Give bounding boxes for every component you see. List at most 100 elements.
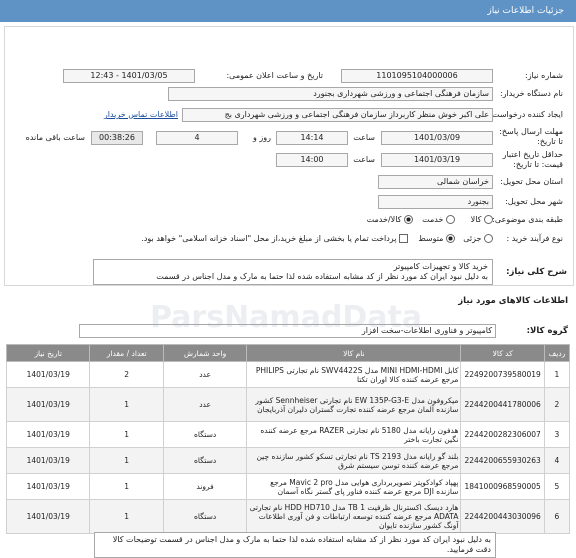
validity-time-field: 14:00 xyxy=(276,153,348,167)
category-label: طبقه بندی موضوعی: xyxy=(492,215,563,224)
goods-table: ردیف کد کالا نام کالا واحد شمارش تعداد /… xyxy=(5,344,571,534)
goods-section-title: اطلاعات کالاهای مورد نیاز xyxy=(458,296,568,306)
goods-group-label: گروه کالا: xyxy=(526,326,568,336)
category-service-radio[interactable] xyxy=(446,215,455,224)
buyer-notes-text: به دلیل نبود ایران کد مورد نظر از کد مشا… xyxy=(112,535,491,554)
goods-code: 2244200655930263 xyxy=(460,447,545,474)
goods-group-field: کامپیوتر و فناوری اطلاعات-سخت افزار xyxy=(79,324,496,338)
goods-unit: عدد xyxy=(162,361,248,388)
creator-field: علی اکبر خوش منظر کاربرداز سازمان فرهنگی… xyxy=(182,108,493,122)
days-field: 4 xyxy=(156,131,238,145)
general-desc-line1: خرید کالا و تجهیزات کامپیوتر xyxy=(393,262,488,271)
need-info-panel: شماره نیاز: 1101095104000006 تاریخ و ساع… xyxy=(4,26,574,286)
purchase-medium-option[interactable]: متوسط xyxy=(418,234,455,243)
category-goods-option[interactable]: کالا xyxy=(471,215,493,224)
purchase-partial-radio[interactable] xyxy=(484,234,493,243)
purchase-medium-label: متوسط xyxy=(418,234,444,243)
city-label: شهر محل تحویل: xyxy=(505,197,563,206)
goods-unit: فروند xyxy=(162,473,248,500)
buyer-contact-link[interactable]: اطلاعات تماس خریدار xyxy=(104,110,178,119)
goods-date: 1401/03/19 xyxy=(5,361,91,388)
category-goods-label: کالا xyxy=(470,215,482,224)
validity-date-field: 1401/03/19 xyxy=(381,153,493,167)
goods-date: 1401/03/19 xyxy=(5,387,91,422)
col-code: کد کالا xyxy=(460,344,545,362)
goods-qty: 2 xyxy=(89,361,164,388)
goods-code: 2244200282306007 xyxy=(460,421,545,448)
buyer-label: نام دستگاه خریدار: xyxy=(500,89,563,98)
deadline-time-label: ساعت xyxy=(353,133,375,142)
table-row: 4 2244200655930263 بلند گو رایانه مدل 21… xyxy=(5,447,571,474)
page-title: جزئیات اطلاعات نیاز xyxy=(487,6,564,16)
need-details-page: جزئیات اطلاعات نیاز شماره نیاز: 11010951… xyxy=(0,0,576,558)
col-unit: واحد شمارش xyxy=(162,344,248,362)
payment-note-option[interactable]: پرداخت تمام یا بخشی از مبلغ خرید،از محل … xyxy=(141,234,408,243)
goods-code: 1841000968590005 xyxy=(460,473,545,500)
goods-code: 2244200443030096 xyxy=(460,499,545,534)
col-row: ردیف xyxy=(543,344,571,362)
table-row: 3 2244200282306007 هدفون رایانه مدل 5180… xyxy=(5,421,571,448)
goods-table-header: ردیف کد کالا نام کالا واحد شمارش تعداد /… xyxy=(5,344,571,362)
row-number: 6 xyxy=(543,499,571,534)
goods-qty: 1 xyxy=(89,447,164,474)
category-service-option[interactable]: خدمت xyxy=(422,215,455,224)
goods-name: هدفون رایانه مدل 5180 نام تجارتی RAZER م… xyxy=(246,421,462,448)
purchase-partial-option[interactable]: جزئی xyxy=(463,234,493,243)
table-row: 2 2244200441780006 میکروفون مدل EW 135P-… xyxy=(5,387,571,422)
col-name: نام کالا xyxy=(246,344,462,362)
general-desc-label: شرح کلی نیاز: xyxy=(506,267,567,277)
announce-field: 1401/03/05 - 12:43 xyxy=(63,69,195,83)
goods-date: 1401/03/19 xyxy=(5,499,91,534)
general-desc-box: خرید کالا و تجهیزات کامپیوتر به دلیل نبو… xyxy=(93,259,493,285)
goods-name: کابل MINI HDMI-HDMI مدل SWV4422S نام تجا… xyxy=(246,361,462,388)
remaining-timer: 00:38:26 xyxy=(91,131,143,145)
purchase-medium-radio[interactable] xyxy=(446,234,455,243)
table-row: 5 1841000968590005 پهپاد کوادکوپتر تصویر… xyxy=(5,473,571,500)
province-label: استان محل تحویل: xyxy=(500,177,563,186)
row-number: 1 xyxy=(543,361,571,388)
goods-date: 1401/03/19 xyxy=(5,473,91,500)
category-both-option[interactable]: کالا/خدمت xyxy=(367,215,413,224)
goods-unit: عدد xyxy=(162,387,248,422)
goods-qty: 1 xyxy=(89,387,164,422)
table-row: 6 2244200443030096 هارد دیسک اکسترنال ظر… xyxy=(5,499,571,534)
category-both-label: کالا/خدمت xyxy=(366,215,402,224)
goods-code: 2249200739580019 xyxy=(460,361,545,388)
category-goods-radio[interactable] xyxy=(484,215,493,224)
row-number: 3 xyxy=(543,421,571,448)
row-number: 2 xyxy=(543,387,571,422)
purchase-type-label: نوع فرآیند خرید : xyxy=(506,234,563,243)
page-title-bar: جزئیات اطلاعات نیاز xyxy=(0,0,576,22)
deadline-label: مهلت ارسال پاسخ: تا تاریخ: xyxy=(499,127,563,146)
goods-name: بلند گو رایانه مدل 2193 TS نام تجارتی تس… xyxy=(246,447,462,474)
goods-unit: دستگاه xyxy=(162,499,248,534)
buyer-field: سازمان فرهنگی اجتماعی و ورزشی شهرداری بج… xyxy=(168,87,493,101)
remaining-label: ساعت باقی مانده xyxy=(25,133,85,142)
col-qty: تعداد / مقدار xyxy=(89,344,164,362)
category-service-label: خدمت xyxy=(422,215,444,224)
need-number-label: شماره نیاز: xyxy=(525,71,563,80)
row-number: 5 xyxy=(543,473,571,500)
buyer-notes-box: به دلیل نبود ایران کد مورد نظر از کد مشا… xyxy=(94,532,496,558)
city-field: بجنورد xyxy=(378,195,493,209)
deadline-date-field: 1401/03/09 xyxy=(381,131,493,145)
goods-name: میکروفون مدل EW 135P-G3-E نام تجارتی Sen… xyxy=(246,387,462,422)
goods-qty: 1 xyxy=(89,421,164,448)
category-both-radio[interactable] xyxy=(404,215,413,224)
goods-date: 1401/03/19 xyxy=(5,421,91,448)
need-number-field: 1101095104000006 xyxy=(341,69,493,83)
creator-label: ایجاد کننده درخواست: xyxy=(489,110,563,119)
goods-qty: 1 xyxy=(89,473,164,500)
table-row: 1 2249200739580019 کابل MINI HDMI-HDMI م… xyxy=(5,361,571,388)
announce-label: تاریخ و ساعت اعلان عمومی: xyxy=(226,71,323,80)
goods-name: هارد دیسک اکسترنال ظرفیت 1 TB مدل HDD HD… xyxy=(246,499,462,534)
row-number: 4 xyxy=(543,447,571,474)
payment-note-text: پرداخت تمام یا بخشی از مبلغ خرید،از محل … xyxy=(141,234,397,243)
validity-label: حداقل تاریخ اعتبار قیمت: تا تاریخ: xyxy=(502,150,563,169)
goods-code: 2244200441780006 xyxy=(460,387,545,422)
province-field: خراسان شمالی xyxy=(378,175,493,189)
payment-note-checkbox[interactable] xyxy=(399,234,408,243)
goods-unit: دستگاه xyxy=(162,421,248,448)
goods-qty: 1 xyxy=(89,499,164,534)
col-date: تاریخ نیاز xyxy=(5,344,91,362)
